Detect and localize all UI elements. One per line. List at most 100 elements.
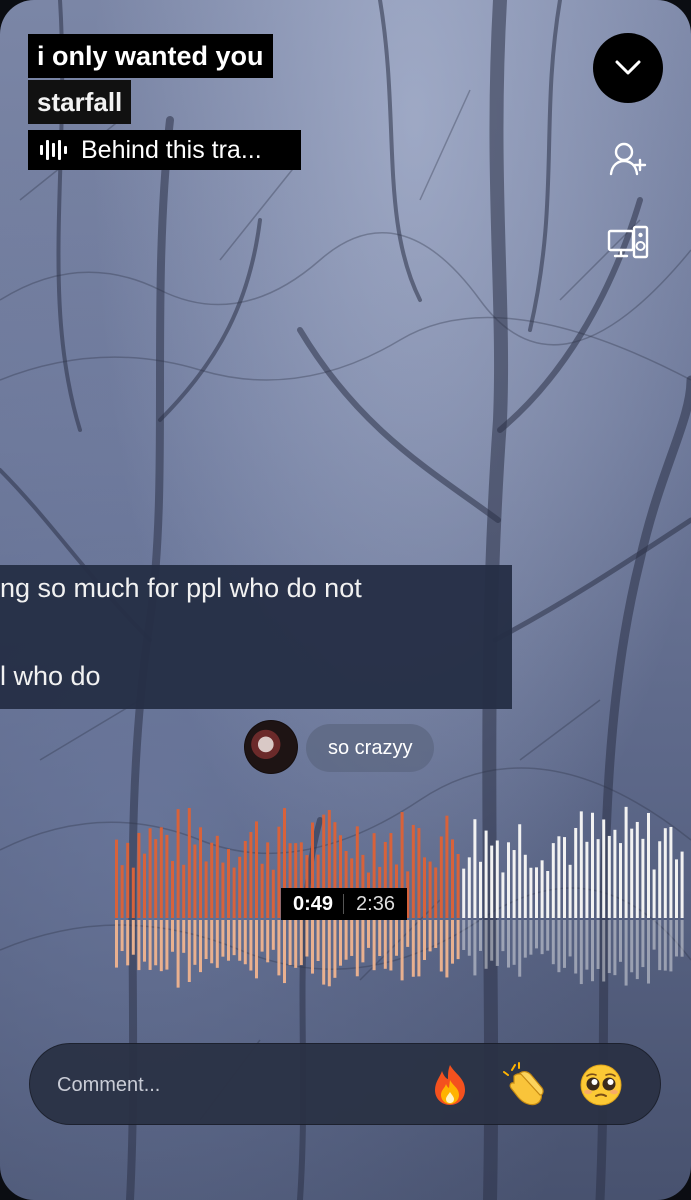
- waveform-bar: [501, 872, 505, 918]
- waveform-bar-reflection: [546, 920, 550, 951]
- waveform-bar: [204, 861, 208, 918]
- waveform-bar: [479, 861, 482, 918]
- waveform-bar: [484, 830, 488, 918]
- waveform-bar: [585, 841, 589, 918]
- waveform-bar: [568, 864, 572, 918]
- device-connect-icon[interactable]: [606, 222, 650, 266]
- waveform-bar-reflection: [372, 920, 376, 971]
- waveform-bar: [613, 829, 617, 918]
- waveform-bar: [529, 867, 533, 918]
- behind-this-track-button[interactable]: Behind this tra...: [28, 130, 301, 170]
- waveform-bar-reflection: [535, 920, 538, 949]
- waveform-bar-reflection: [294, 920, 298, 968]
- comment-input-bar[interactable]: Comment...: [29, 1043, 661, 1125]
- waveform-bar-reflection: [126, 920, 130, 966]
- pleading-face-emoji[interactable]: [578, 1062, 624, 1108]
- waveform-bar-reflection: [322, 920, 326, 985]
- waveform-bar-reflection: [305, 920, 309, 957]
- waveform-bar: [546, 870, 550, 918]
- artist-name[interactable]: starfall: [28, 80, 132, 124]
- waveform-bar: [176, 809, 180, 918]
- waveform-bar-reflection: [675, 920, 678, 957]
- lyrics-panel[interactable]: ng so much for ppl who do not l who do: [0, 565, 512, 709]
- waveform-bar-reflection: [462, 920, 466, 950]
- waveform-bar-reflection: [355, 920, 359, 977]
- waveform-bar: [652, 869, 656, 918]
- waveform-bar-reflection: [389, 920, 393, 971]
- waveform-bar: [579, 811, 583, 918]
- waveform-bar-reflection: [383, 920, 387, 969]
- waveform-bar-reflection: [591, 920, 594, 982]
- comment-input[interactable]: Comment...: [57, 1044, 160, 1126]
- waveform-bar-reflection: [490, 920, 494, 961]
- timed-comment-bubble[interactable]: so crazyy: [306, 724, 435, 772]
- waveform-bar: [490, 845, 494, 918]
- waveform-bar: [193, 844, 197, 918]
- waveform-bar: [630, 828, 634, 918]
- waveform-bar: [277, 826, 281, 918]
- waveform-bar-reflection: [339, 920, 342, 966]
- waveform-bar-reflection: [215, 920, 219, 968]
- waveform-bar-reflection: [523, 920, 527, 958]
- fire-emoji[interactable]: [427, 1062, 473, 1108]
- lyric-line: ng so much for ppl who do not: [0, 573, 362, 603]
- waveform-bar-reflection: [255, 920, 258, 979]
- track-title[interactable]: i only wanted you: [28, 34, 273, 78]
- waveform-bar-reflection: [619, 920, 622, 962]
- waveform-bar-reflection: [456, 920, 460, 960]
- waveform-bar: [428, 861, 432, 918]
- waveform-bar: [675, 859, 678, 918]
- waveform-bar-reflection: [574, 920, 578, 974]
- collapse-player-button[interactable]: [593, 33, 663, 103]
- waveform-bar-reflection: [176, 920, 180, 988]
- waveform-bar-reflection: [557, 920, 561, 973]
- waveform-bar: [647, 812, 650, 918]
- waveform-bar-reflection: [199, 920, 202, 973]
- waveform-bar-reflection: [495, 920, 499, 966]
- waveform-bar-reflection: [395, 920, 398, 956]
- waveform-bar-reflection: [663, 920, 667, 971]
- waveform-bar-reflection: [277, 920, 281, 976]
- waveform-bar-reflection: [602, 920, 606, 982]
- person-plus-icon[interactable]: [606, 138, 650, 182]
- waveform-bar-reflection: [378, 920, 382, 957]
- waveform-bar-reflection: [350, 920, 354, 956]
- waveform-bar: [243, 840, 247, 918]
- waveform-bar-reflection: [658, 920, 662, 971]
- waveform-bar: [271, 869, 275, 918]
- waveform-bar-reflection: [428, 920, 432, 952]
- waveform-bar: [641, 838, 645, 918]
- waveform-bar-reflection: [299, 920, 303, 966]
- waveform-bar: [680, 851, 684, 918]
- waveform-bar-reflection: [579, 920, 583, 985]
- audio-wave-icon: [40, 139, 67, 161]
- waveform-bar: [260, 863, 264, 918]
- waveform-bar: [148, 828, 152, 918]
- waveform-bar: [445, 815, 449, 918]
- waveform-bar-reflection: [680, 920, 684, 957]
- waveform-bar-reflection: [187, 920, 191, 983]
- waveform-bar: [210, 842, 214, 918]
- waveform-bar-reflection: [159, 920, 163, 972]
- waveform-bar-reflection: [585, 920, 589, 970]
- waveform-bar: [557, 836, 561, 918]
- waveform-bar: [495, 840, 499, 918]
- waveform-bar-reflection: [596, 920, 600, 969]
- waveform-bar-reflection: [484, 920, 488, 969]
- waveform-bar-reflection: [529, 920, 533, 955]
- waveform-bar: [563, 837, 566, 918]
- waveform-bar: [126, 842, 130, 918]
- waveform-bar: [607, 835, 611, 918]
- waveform-bar: [434, 867, 438, 918]
- waveform-bar: [473, 819, 477, 918]
- waveform-bar: [154, 839, 158, 918]
- clapping-hands-emoji[interactable]: [502, 1062, 548, 1108]
- waveform-bar: [423, 857, 426, 918]
- avatar[interactable]: [244, 720, 298, 774]
- waveform-bar-reflection: [243, 920, 247, 965]
- waveform-bar-reflection: [647, 920, 650, 984]
- waveform-bar-reflection: [288, 920, 292, 966]
- waveform-bar: [574, 827, 578, 918]
- waveform-bar-reflection: [501, 920, 505, 952]
- waveform-bar: [535, 867, 538, 918]
